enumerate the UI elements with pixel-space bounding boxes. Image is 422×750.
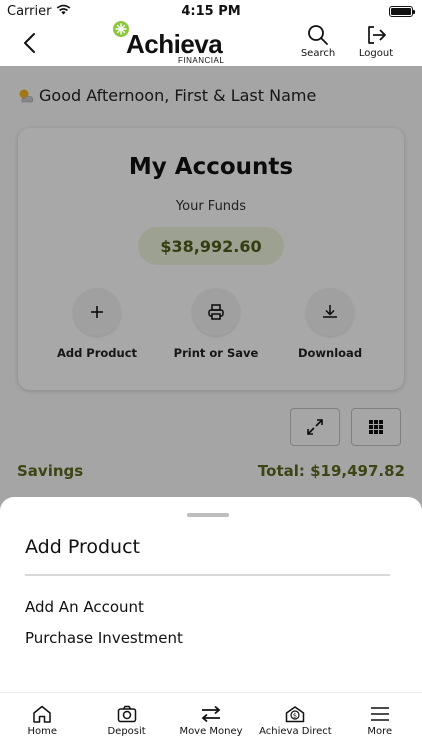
logo-subtext: FINANCIAL [178, 56, 225, 65]
battery-icon [389, 5, 415, 17]
wifi-icon [56, 4, 71, 19]
sheet-handle[interactable] [187, 513, 229, 517]
logout-button[interactable]: Logout [351, 24, 401, 59]
logout-icon [368, 26, 386, 44]
home-icon [33, 705, 51, 723]
logout-label: Logout [358, 48, 394, 59]
back-button[interactable] [18, 30, 44, 56]
purchase-investment-option[interactable]: Purchase Investment [25, 629, 183, 647]
search-button[interactable]: Search [293, 24, 343, 59]
chevron-left-icon [24, 33, 35, 53]
menu-icon [370, 707, 389, 721]
tab-move-money-label: Move Money [179, 726, 243, 737]
tab-deposit-label: Deposit [107, 726, 146, 737]
modal-overlay[interactable] [0, 66, 422, 526]
sheet-divider [25, 574, 390, 576]
tab-more-label: More [367, 726, 393, 737]
tab-home-label: Home [27, 726, 57, 737]
camera-icon [117, 705, 136, 723]
status-bar: Carrier 4:15 PM [0, 0, 422, 22]
transfer-icon [201, 705, 221, 723]
tab-achieva-direct[interactable]: $ Achieva Direct [253, 693, 337, 750]
money-bag-icon: $ [286, 706, 305, 723]
carrier-label: Carrier [7, 3, 52, 19]
add-account-option[interactable]: Add An Account [25, 598, 144, 616]
tab-deposit[interactable]: Deposit [84, 693, 168, 750]
svg-text:$: $ [293, 711, 297, 719]
bottom-tab-bar: Home Deposit Move Money $ Achieva Direct… [0, 692, 422, 750]
search-label: Search [300, 48, 336, 59]
search-icon [308, 25, 328, 45]
tab-move-money[interactable]: Move Money [169, 693, 253, 750]
tab-more[interactable]: More [338, 693, 422, 750]
tab-home[interactable]: Home [0, 693, 84, 750]
app-header: Achieva FINANCIAL Search Logout [0, 20, 422, 66]
sheet-title: Add Product [25, 536, 140, 558]
achieva-logo[interactable]: Achieva FINANCIAL [112, 20, 234, 66]
tab-achieva-direct-label: Achieva Direct [259, 726, 332, 737]
